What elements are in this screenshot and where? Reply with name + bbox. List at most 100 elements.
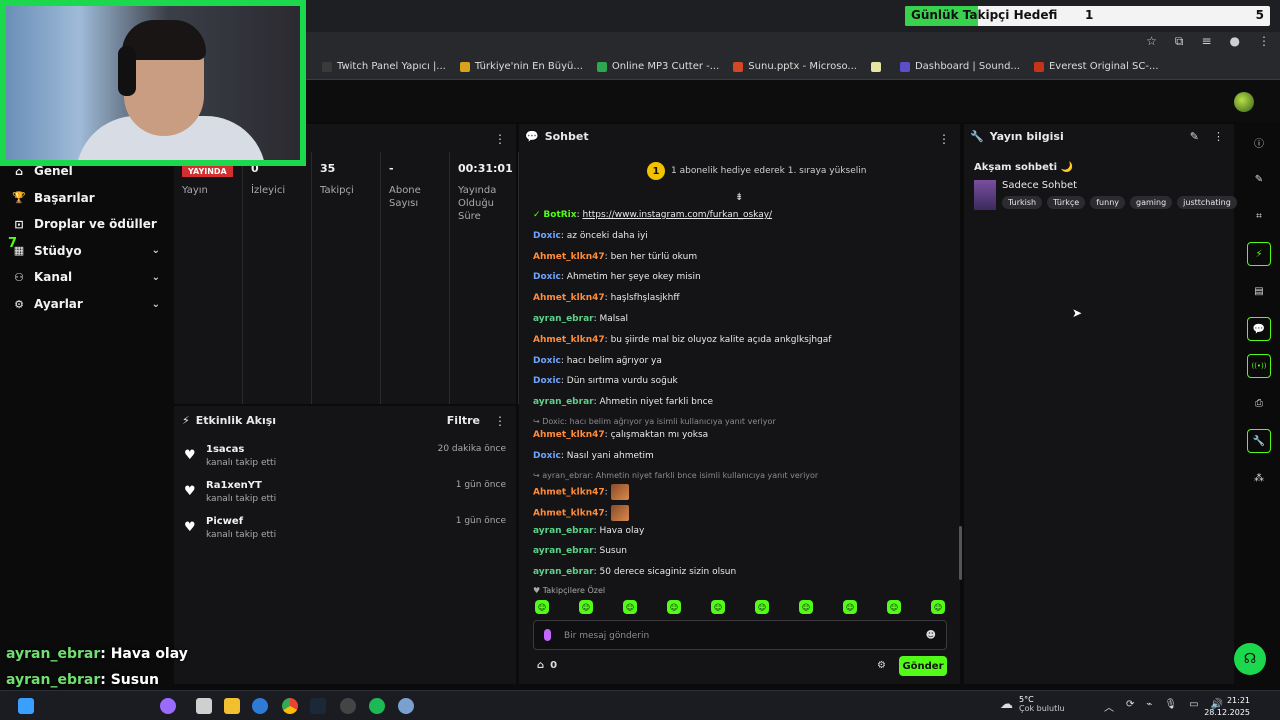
chat-link[interactable]: https://www.instagram.com/furkan_oskay/ bbox=[582, 210, 772, 220]
edit-icon[interactable]: ✎ bbox=[1190, 130, 1199, 143]
mic-icon[interactable]: 🎙 bbox=[1164, 699, 1177, 714]
list-item[interactable]: ♥ 1sacas kanalı takip etti 20 dakika önce bbox=[184, 444, 506, 476]
more-icon[interactable]: ⋮ bbox=[938, 132, 950, 146]
chat-message[interactable]: Ahmet_klkn47: haşlsfhşlasjkhff bbox=[533, 293, 680, 303]
chat-username[interactable]: Doxic bbox=[533, 231, 561, 241]
chat-username[interactable]: Doxic bbox=[533, 356, 561, 366]
chat-username[interactable]: ayran_ebrar bbox=[533, 397, 594, 407]
emote-button[interactable]: ☺ bbox=[711, 600, 725, 614]
display-icon[interactable]: ▭ bbox=[1189, 699, 1198, 714]
chat-username[interactable]: Doxic bbox=[533, 272, 561, 282]
chat-username[interactable]: Doxic bbox=[533, 451, 561, 461]
apps-icon[interactable]: ⁂ bbox=[1247, 467, 1271, 491]
wrench-icon[interactable]: 🔧 bbox=[1247, 429, 1271, 454]
chat-message[interactable]: Ahmet_klkn47: bu şiirde mal biz oluyoz k… bbox=[533, 335, 831, 345]
list-item[interactable]: ♥ Ra1xenYT kanalı takip etti 1 gün önce bbox=[184, 480, 506, 512]
spotify-icon[interactable] bbox=[369, 698, 385, 714]
chat-message[interactable]: Doxic: Ahmetim her şeye okey misin bbox=[533, 272, 701, 282]
emote-button[interactable]: ☺ bbox=[667, 600, 681, 614]
bolt-icon[interactable]: ⚡ bbox=[1247, 242, 1271, 267]
chat-username[interactable]: Ahmet_klkn47 bbox=[533, 335, 605, 345]
chat-username[interactable]: BotRix bbox=[543, 210, 576, 220]
chat-username[interactable]: ayran_ebrar bbox=[533, 314, 594, 324]
chat-username[interactable]: Ahmet_klkn47 bbox=[533, 293, 605, 303]
bookmark-item[interactable]: Online MP3 Cutter -... bbox=[596, 61, 719, 72]
sidebar-item-6[interactable]: ⚙ Ayarlar ⌄ bbox=[12, 297, 160, 311]
emote-button[interactable]: ☺ bbox=[931, 600, 945, 614]
print-icon[interactable]: ⎙ bbox=[1247, 392, 1271, 416]
chat-username[interactable]: ayran_ebrar bbox=[533, 546, 594, 556]
tag-chip[interactable]: Türkçe bbox=[1047, 196, 1086, 209]
chat-message[interactable]: Doxic: Nasıl yani ahmetim bbox=[533, 451, 654, 461]
chat-message[interactable]: ayran_ebrar: 50 derece sicaginiz sizin o… bbox=[533, 567, 736, 577]
filter-button[interactable]: Filtre bbox=[447, 414, 480, 427]
chat-message[interactable]: ayran_ebrar: Susun bbox=[533, 546, 627, 556]
chat-message[interactable]: Doxic: hacı belim ağrıyor ya bbox=[533, 356, 662, 366]
bookmark-item[interactable]: Dashboard | Sound... bbox=[899, 61, 1020, 72]
tag-chip[interactable]: justtchating bbox=[1177, 196, 1237, 209]
tag-chip[interactable]: funny bbox=[1090, 196, 1125, 209]
chat-message[interactable]: ✓ BotRix: https://www.instagram.com/furk… bbox=[533, 210, 772, 220]
emote-button[interactable]: ☺ bbox=[579, 600, 593, 614]
bookmark-item[interactable] bbox=[870, 61, 886, 72]
extensions-icon[interactable]: ⧉ bbox=[1175, 34, 1184, 49]
profile-icon[interactable]: ● bbox=[1230, 34, 1240, 49]
folder-icon[interactable] bbox=[224, 698, 240, 714]
steam-icon[interactable] bbox=[310, 698, 326, 714]
broadcast-icon[interactable]: ((•)) bbox=[1247, 354, 1271, 379]
tag-chip[interactable]: gaming bbox=[1130, 196, 1173, 209]
chat-username[interactable]: Ahmet_klkn47 bbox=[533, 430, 605, 440]
more-icon[interactable]: ⋮ bbox=[494, 132, 506, 146]
avatar[interactable] bbox=[1234, 92, 1254, 112]
settings-app-icon[interactable] bbox=[398, 698, 414, 714]
bookmark-item[interactable]: Türkiye'nin En Büyü... bbox=[459, 61, 583, 72]
chat-username[interactable]: Ahmet_klkn47 bbox=[533, 487, 605, 497]
sidebar-item-2[interactable]: 🏆 Başarılar bbox=[12, 191, 160, 205]
chevron-up-icon[interactable]: ︿ bbox=[1104, 699, 1114, 714]
bookmark-item[interactable]: Sunu.pptx - Microso... bbox=[733, 61, 857, 72]
more-icon[interactable]: ⋮ bbox=[494, 414, 506, 428]
chat-username[interactable]: Ahmet_klkn47 bbox=[533, 508, 605, 518]
chat-message-input[interactable] bbox=[564, 627, 904, 645]
media-icon[interactable]: ≡ bbox=[1201, 34, 1211, 49]
chat-username[interactable]: Ahmet_klkn47 bbox=[533, 252, 605, 262]
obs-icon[interactable] bbox=[340, 698, 356, 714]
chat-scrollbar[interactable] bbox=[959, 526, 962, 580]
sync-icon[interactable]: ⟳ bbox=[1126, 699, 1134, 714]
channel-points[interactable]: ⌂ 0 bbox=[537, 660, 557, 671]
more-icon[interactable]: ⋮ bbox=[1258, 34, 1270, 49]
sidebar-item-4[interactable]: ▦ Stüdyo ⌄ bbox=[12, 244, 160, 258]
network-icon[interactable]: ⌁ bbox=[1146, 699, 1152, 714]
emote-button[interactable]: ☺ bbox=[799, 600, 813, 614]
chat-message[interactable]: Doxic: Dün sırtıma vurdu soğuk bbox=[533, 376, 678, 386]
chat-message[interactable]: ayran_ebrar: Hava olay bbox=[533, 526, 644, 536]
chat-message[interactable]: Doxic: az önceki daha iyi bbox=[533, 231, 648, 241]
emote-button[interactable]: ☺ bbox=[755, 600, 769, 614]
app-icon[interactable] bbox=[252, 698, 268, 714]
app-icon[interactable] bbox=[196, 698, 212, 714]
chat-message[interactable]: ayran_ebrar: Malsal bbox=[533, 314, 628, 324]
sidebar-item-1[interactable]: ⌂ Genel bbox=[12, 164, 160, 178]
start-icon[interactable] bbox=[18, 698, 34, 714]
send-button[interactable]: Gönder bbox=[899, 656, 947, 676]
chat-message[interactable]: Ahmet_klkn47: bbox=[533, 504, 629, 521]
chat-message[interactable]: Ahmet_klkn47: bbox=[533, 483, 629, 500]
taskbar-clock[interactable]: 21:21 28.12.2025 bbox=[1204, 695, 1250, 719]
edit-icon[interactable]: ✎ bbox=[1247, 167, 1271, 191]
chat-settings-icon[interactable]: ⚙ bbox=[877, 660, 886, 671]
sidebar-item-5[interactable]: ⚇ Kanal ⌄ bbox=[12, 270, 160, 284]
chat-username[interactable]: ayran_ebrar bbox=[533, 567, 594, 577]
chat-message[interactable]: Ahmet_klkn47: ben her türlü okum bbox=[533, 252, 697, 262]
chat-message[interactable]: ayran_ebrar: Ahmetin niyet farkli bnce bbox=[533, 397, 713, 407]
bookmark-item[interactable]: Twitch Panel Yapıcı |... bbox=[322, 61, 446, 72]
sidebar-item-3[interactable]: ⊡ Droplar ve ödüller bbox=[12, 217, 160, 231]
bookmark-item[interactable]: Everest Original SC-... bbox=[1033, 61, 1159, 72]
chat-username[interactable]: Doxic bbox=[533, 376, 561, 386]
emote-button[interactable]: ☺ bbox=[535, 600, 549, 614]
emote-button[interactable]: ☺ bbox=[843, 600, 857, 614]
chrome-icon[interactable] bbox=[282, 698, 298, 714]
emote-button[interactable]: ☺ bbox=[623, 600, 637, 614]
info-icon[interactable]: ⓘ bbox=[1247, 130, 1271, 154]
star-icon[interactable]: ☆ bbox=[1146, 34, 1157, 49]
chat-message[interactable]: Ahmet_klkn47: çalışmaktan mı yoksa bbox=[533, 430, 708, 440]
